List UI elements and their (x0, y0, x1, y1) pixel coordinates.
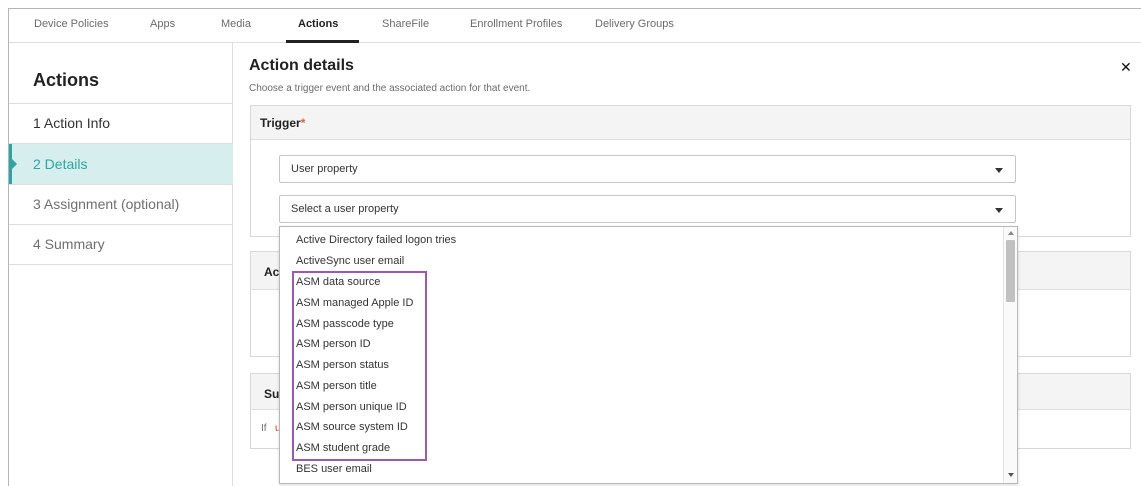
dropdown-option[interactable]: ASM student grade (296, 442, 390, 454)
scrollbar-thumb[interactable] (1006, 240, 1015, 302)
scroll-down-icon[interactable] (1008, 473, 1014, 477)
event-type-select[interactable]: User property (279, 155, 1016, 183)
trigger-header: Trigger* (251, 106, 1130, 140)
sidebar-item-summary[interactable]: 4 Summary (9, 224, 233, 264)
dropdown-option[interactable]: ASM person status (296, 359, 389, 371)
app-window: Device Policies Apps Media Actions Share… (8, 8, 1141, 486)
page-subtitle: Choose a trigger event and the associate… (249, 83, 531, 94)
action-header-label: Ac (264, 265, 280, 279)
dropdown-option[interactable]: ASM managed Apple ID (296, 297, 413, 309)
sidebar-item-assignment[interactable]: 3 Assignment (optional) (9, 184, 233, 224)
user-property-value: Select a user property (291, 203, 399, 215)
tab-device-policies[interactable]: Device Policies (34, 18, 109, 30)
dropdown-option[interactable]: ASM data source (296, 276, 380, 288)
summary-header-label: Su (264, 387, 280, 401)
top-tab-bar: Device Policies Apps Media Actions Share… (9, 9, 1141, 43)
dropdown-option[interactable]: ASM person ID (296, 338, 371, 350)
tab-enrollment-profiles[interactable]: Enrollment Profiles (470, 18, 562, 30)
dropdown-option[interactable]: ASM person unique ID (296, 401, 407, 413)
tab-delivery-groups[interactable]: Delivery Groups (595, 18, 674, 30)
summary-text: If (261, 423, 267, 434)
close-icon[interactable]: ✕ (1120, 59, 1132, 76)
dropdown-scrollbar[interactable] (1003, 227, 1017, 483)
tab-media[interactable]: Media (221, 18, 251, 30)
dropdown-option[interactable]: ASM passcode type (296, 318, 394, 330)
chevron-down-icon (995, 168, 1003, 173)
wizard-sidebar: Actions 1 Action Info 2 Details 3 Assign… (9, 43, 233, 486)
event-type-value: User property (291, 163, 358, 175)
tab-actions[interactable]: Actions (298, 18, 338, 30)
sidebar-item-details[interactable]: 2 Details (9, 144, 233, 184)
scroll-up-icon[interactable] (1008, 231, 1014, 235)
dropdown-option[interactable]: BES user email (296, 463, 372, 475)
user-property-dropdown: Active Directory failed logon tries Acti… (279, 226, 1018, 484)
tab-apps[interactable]: Apps (150, 18, 175, 30)
active-tab-indicator (286, 40, 359, 43)
required-mark: * (300, 116, 306, 130)
sidebar-item-action-info[interactable]: 1 Action Info (9, 103, 233, 143)
tab-sharefile[interactable]: ShareFile (382, 18, 429, 30)
user-property-select[interactable]: Select a user property (279, 195, 1016, 223)
dropdown-option[interactable]: ASM source system ID (296, 421, 408, 433)
dropdown-option[interactable]: ASM person title (296, 380, 377, 392)
chevron-down-icon (995, 208, 1003, 213)
dropdown-option[interactable]: ActiveSync user email (296, 255, 404, 267)
page-title: Action details (249, 57, 354, 74)
divider (9, 264, 233, 265)
sidebar-title: Actions (33, 70, 100, 90)
trigger-label: Trigger (260, 116, 301, 130)
dropdown-option[interactable]: Active Directory failed logon tries (296, 234, 456, 246)
